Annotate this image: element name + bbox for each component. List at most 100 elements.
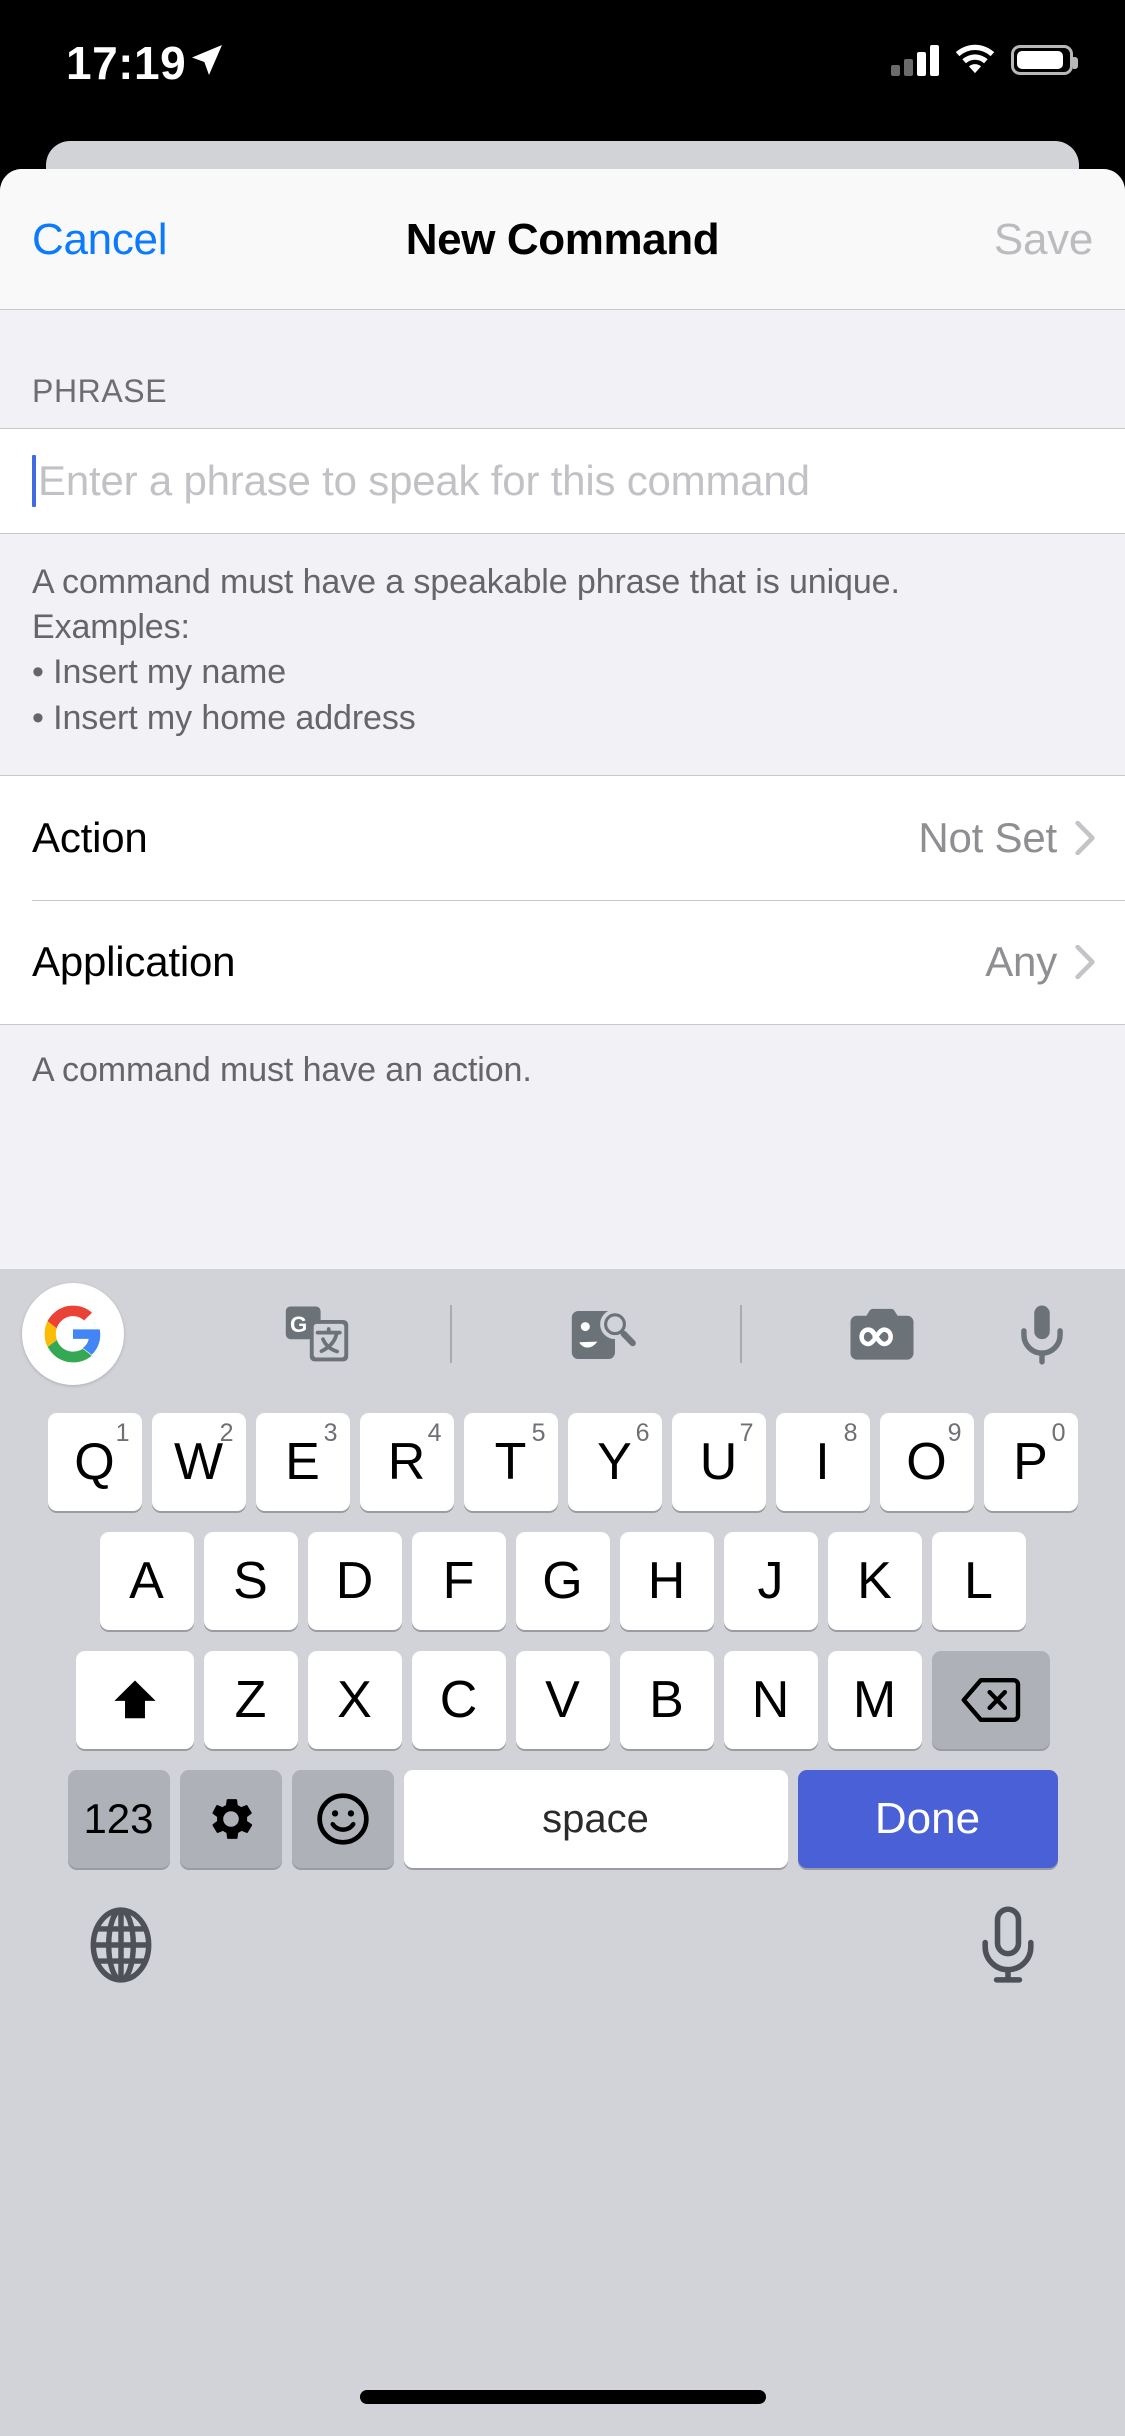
status-bar-indicators bbox=[891, 44, 1078, 76]
key-y[interactable]: 6Y bbox=[567, 1413, 662, 1511]
svg-text:G: G bbox=[290, 1312, 307, 1337]
sticker-search-icon[interactable] bbox=[558, 1293, 642, 1377]
key-w[interactable]: 2W bbox=[151, 1413, 246, 1511]
key-i[interactable]: 8I bbox=[775, 1413, 870, 1511]
chevron-right-icon bbox=[1075, 944, 1095, 979]
toolbar-divider bbox=[450, 1305, 452, 1363]
gboard-keyboard: G 1 Q 2 W 3 E 4 R 5 T 6 Y 7 U 8 I 9 O 0 … bbox=[0, 1269, 1125, 2436]
application-label: Application bbox=[32, 937, 236, 985]
key-label: I bbox=[815, 1433, 830, 1491]
key-alt-label: 4 bbox=[427, 1419, 442, 1447]
save-button[interactable]: Save bbox=[994, 215, 1093, 265]
numbers-key[interactable]: 123 bbox=[67, 1770, 170, 1868]
key-g[interactable]: G bbox=[515, 1532, 610, 1630]
translate-icon[interactable]: G bbox=[275, 1293, 359, 1377]
key-alt-label: 8 bbox=[843, 1419, 858, 1447]
action-help-text: A command must have an action. bbox=[32, 1050, 532, 1089]
microphone-icon[interactable] bbox=[971, 1902, 1045, 1988]
key-alt-label: 5 bbox=[531, 1419, 546, 1447]
key-n[interactable]: N bbox=[723, 1651, 818, 1749]
done-key[interactable]: Done bbox=[797, 1770, 1058, 1868]
key-alt-label: 0 bbox=[1051, 1419, 1066, 1447]
key-e[interactable]: 3E bbox=[255, 1413, 350, 1511]
phrase-help-line: A command must have a speakable phrase t… bbox=[32, 563, 900, 601]
key-l[interactable]: L bbox=[931, 1532, 1026, 1630]
key-q[interactable]: 1Q bbox=[47, 1413, 142, 1511]
keyboard-row-1: 1Q 2W 3E 4R 5T 6Y 7U 8I 9O 0P bbox=[0, 1413, 1125, 1511]
phrase-section-header: PHRASE bbox=[32, 373, 168, 409]
key-x[interactable]: X bbox=[307, 1651, 402, 1749]
key-alt-label: 1 bbox=[115, 1419, 130, 1447]
action-value: Not Set bbox=[918, 813, 1057, 861]
keyboard-bottom-bar bbox=[0, 1868, 1125, 2038]
key-label: O bbox=[906, 1433, 947, 1491]
phrase-input[interactable]: Enter a phrase to speak for this command bbox=[38, 457, 810, 505]
new-command-modal: Cancel New Command Save PHRASE Enter a p… bbox=[0, 169, 1125, 2436]
keyboard-toolbar: G bbox=[0, 1269, 1125, 1399]
page-title: New Command bbox=[405, 215, 720, 264]
cellular-signal-icon bbox=[891, 44, 939, 76]
gear-icon bbox=[211, 1799, 252, 1839]
key-c[interactable]: C bbox=[411, 1651, 506, 1749]
key-alt-label: 9 bbox=[947, 1419, 962, 1447]
key-j[interactable]: J bbox=[723, 1532, 818, 1630]
globe-icon[interactable] bbox=[80, 1904, 162, 1986]
key-alt-label: 7 bbox=[739, 1419, 754, 1447]
phrase-input-row[interactable]: Enter a phrase to speak for this command bbox=[0, 428, 1125, 534]
action-row[interactable]: Action Not Set bbox=[0, 775, 1125, 900]
key-r[interactable]: 4R bbox=[359, 1413, 454, 1511]
key-h[interactable]: H bbox=[619, 1532, 714, 1630]
shift-key[interactable] bbox=[75, 1651, 194, 1749]
settings-group: Action Not Set Application Any bbox=[0, 774, 1125, 1025]
navigation-bar: Cancel New Command Save bbox=[0, 169, 1125, 310]
key-label: Y bbox=[597, 1433, 632, 1491]
phrase-help-text: A command must have a speakable phrase t… bbox=[0, 534, 1125, 775]
settings-key[interactable] bbox=[179, 1770, 282, 1868]
key-u[interactable]: 7U bbox=[671, 1413, 766, 1511]
key-p[interactable]: 0P bbox=[983, 1413, 1078, 1511]
google-logo-icon[interactable] bbox=[22, 1283, 124, 1385]
key-label: U bbox=[699, 1433, 738, 1491]
keyboard-row-3: Z X C V B N M bbox=[0, 1651, 1125, 1749]
space-key[interactable]: space bbox=[403, 1770, 788, 1868]
key-t[interactable]: 5T bbox=[463, 1413, 558, 1511]
key-label: P bbox=[1013, 1433, 1048, 1491]
key-m[interactable]: M bbox=[827, 1651, 922, 1749]
key-z[interactable]: Z bbox=[203, 1651, 298, 1749]
microphone-icon[interactable] bbox=[1000, 1293, 1084, 1377]
key-d[interactable]: D bbox=[307, 1532, 402, 1630]
phrase-help-line: • Insert my home address bbox=[32, 698, 416, 737]
text-cursor bbox=[32, 455, 36, 507]
location-arrow-icon bbox=[192, 45, 222, 75]
gif-camera-icon[interactable] bbox=[840, 1293, 924, 1377]
key-b[interactable]: B bbox=[619, 1651, 714, 1749]
key-alt-label: 2 bbox=[219, 1419, 234, 1447]
backspace-icon bbox=[961, 1677, 1020, 1723]
key-k[interactable]: K bbox=[827, 1532, 922, 1630]
key-a[interactable]: A bbox=[99, 1532, 194, 1630]
application-value: Any bbox=[985, 937, 1057, 985]
battery-icon bbox=[1011, 45, 1078, 75]
key-s[interactable]: S bbox=[203, 1532, 298, 1630]
shift-icon bbox=[113, 1680, 156, 1719]
home-indicator bbox=[359, 2390, 766, 2404]
phrase-help-line: • Insert my name bbox=[32, 653, 287, 692]
status-bar: 17:19 bbox=[0, 0, 1125, 132]
key-f[interactable]: F bbox=[411, 1532, 506, 1630]
key-alt-label: 6 bbox=[635, 1419, 650, 1447]
toolbar-divider bbox=[740, 1305, 742, 1363]
application-row[interactable]: Application Any bbox=[0, 899, 1125, 1024]
backspace-key[interactable] bbox=[931, 1651, 1050, 1749]
key-alt-label: 3 bbox=[323, 1419, 338, 1447]
key-label: R bbox=[387, 1433, 426, 1491]
key-v[interactable]: V bbox=[515, 1651, 610, 1749]
key-label: T bbox=[494, 1433, 527, 1491]
key-o[interactable]: 9O bbox=[879, 1413, 974, 1511]
phone-screen: 17:19 Cancel New Command Save PHRASE Ent… bbox=[0, 0, 1125, 2436]
keyboard-row-2: A S D F G H J K L bbox=[0, 1532, 1125, 1630]
action-label: Action bbox=[32, 813, 148, 861]
emoji-key[interactable] bbox=[291, 1770, 394, 1868]
wifi-icon bbox=[955, 44, 995, 74]
key-label: Q bbox=[74, 1433, 115, 1491]
key-label: E bbox=[285, 1433, 320, 1491]
